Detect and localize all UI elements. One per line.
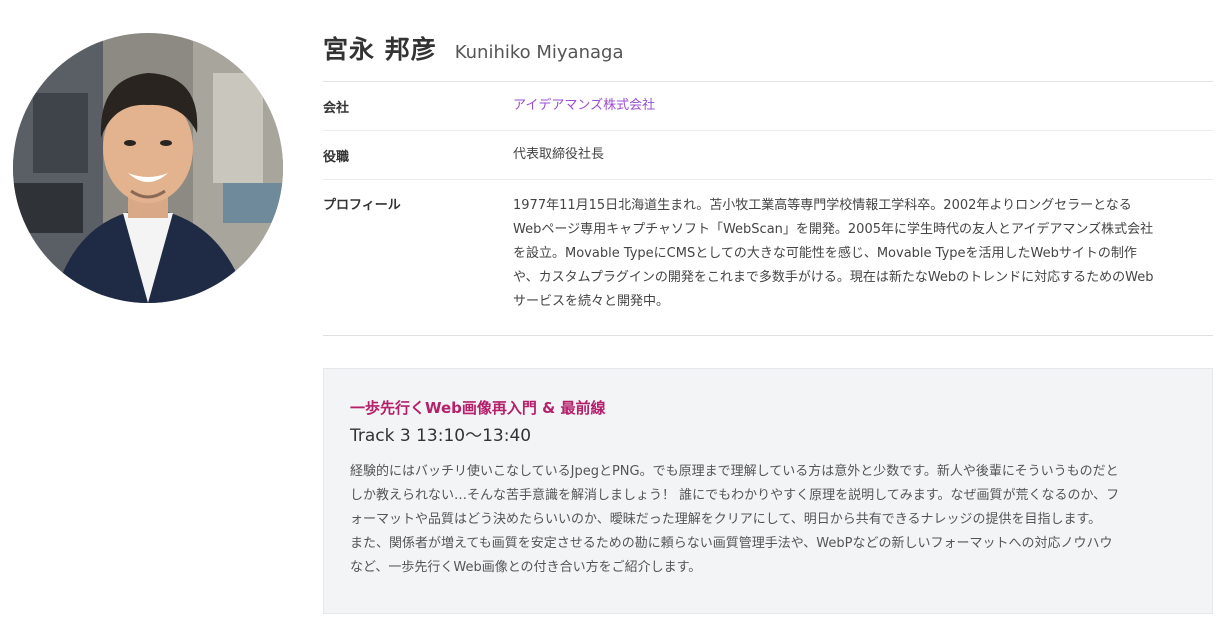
session-description: 経験的にはバッチリ使いこなしているJpegとPNG。でも原理まで理解している方は… — [350, 464, 1120, 575]
speaker-name-en: Kunihiko Miyanaga — [454, 42, 624, 63]
speaker-name-row: 宮永 邦彦 Kunihiko Miyanaga — [323, 0, 1213, 82]
speaker-name-ja: 宮永 邦彦 — [323, 35, 437, 64]
position-row: 役職 代表取締役社長 — [323, 131, 1213, 180]
company-link[interactable]: アイデアマンズ株式会社 — [513, 98, 655, 113]
profile-text: 1977年11月15日北海道生まれ。苫小牧工業高等専門学校情報工学科卒。2002… — [513, 198, 1154, 309]
profile-row: プロフィール 1977年11月15日北海道生まれ。苫小牧工業高等専門学校情報工学… — [323, 180, 1213, 336]
session-card: 一歩先行くWeb画像再入門 & 最前線 Track 3 13:10〜13:40 … — [323, 368, 1213, 614]
speaker-photo — [13, 33, 283, 303]
position-value: 代表取締役社長 — [513, 147, 605, 162]
company-label: 会社 — [323, 100, 350, 116]
speaker-portrait-image — [13, 33, 283, 303]
session-time: Track 3 13:10〜13:40 — [350, 426, 532, 446]
position-label: 役職 — [323, 149, 350, 165]
speaker-info: 宮永 邦彦 Kunihiko Miyanaga 会社 アイデアマンズ株式会社 役… — [323, 0, 1213, 336]
profile-label: プロフィール — [323, 198, 401, 213]
company-row: 会社 アイデアマンズ株式会社 — [323, 82, 1213, 131]
session-title: 一歩先行くWeb画像再入門 & 最前線 — [350, 399, 606, 417]
